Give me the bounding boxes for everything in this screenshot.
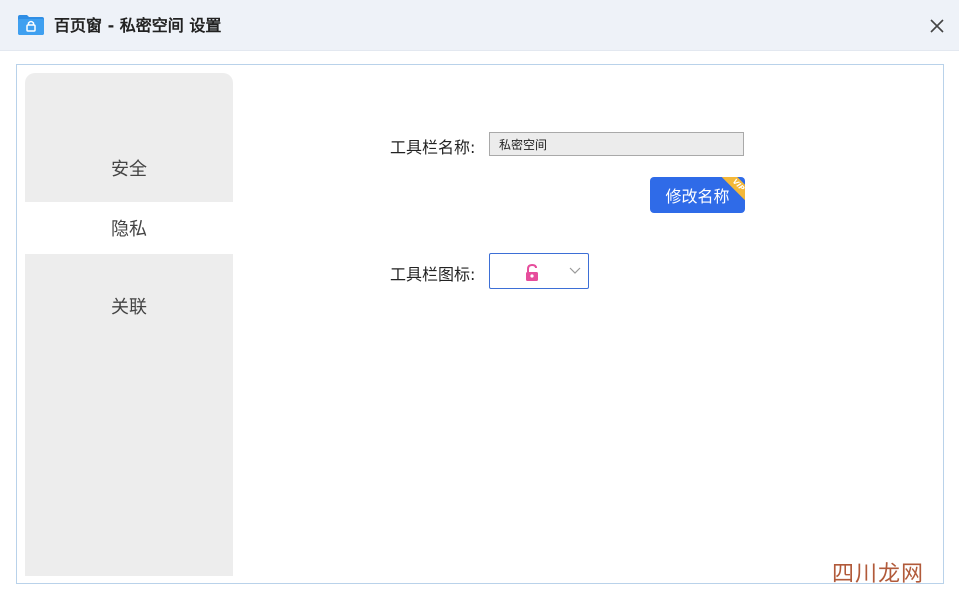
close-button[interactable] (926, 15, 948, 37)
rename-button-label: 修改名称 (665, 187, 730, 206)
toolbar-name-label: 工具栏名称: (390, 138, 476, 157)
folder-lock-icon (18, 15, 44, 35)
title-bar: 百页窗 - 私密空间 设置 (0, 0, 959, 51)
sidebar-item-security[interactable]: 安全 (25, 142, 233, 194)
toolbar-name-input[interactable] (489, 132, 744, 156)
close-icon (930, 19, 944, 33)
window-title: 百页窗 - 私密空间 设置 (54, 16, 222, 35)
lock-open-icon (526, 264, 538, 281)
sidebar-item-privacy[interactable]: 隐私 (25, 202, 233, 254)
sidebar-item-association[interactable]: 关联 (25, 280, 233, 332)
toolbar-icon-select[interactable] (489, 253, 589, 289)
settings-panel: 安全 隐私 关联 工具栏名称: 修改名称 VIP 工具栏图标: (16, 64, 944, 584)
chevron-down-icon (569, 267, 581, 274)
rename-button[interactable]: 修改名称 VIP (650, 177, 745, 213)
watermark: 四川龙网 (832, 562, 925, 587)
toolbar-icon-label: 工具栏图标: (390, 265, 476, 284)
settings-sidebar: 安全 隐私 关联 (25, 73, 233, 576)
